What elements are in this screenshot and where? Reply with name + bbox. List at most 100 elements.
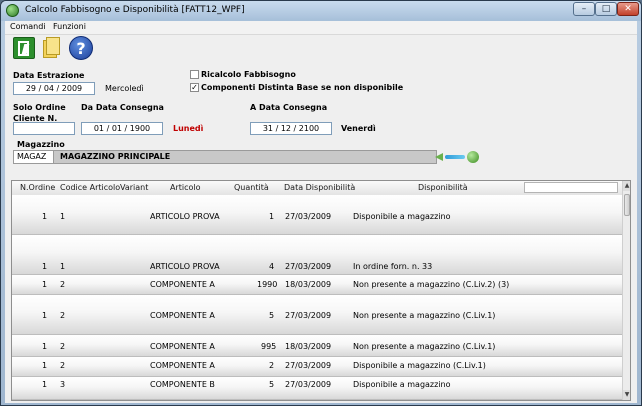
table-row[interactable]: 1 1 ARTICOLO PROVA 4 27/03/2009 In ordin… — [12, 235, 622, 275]
cell-codice: 1 — [60, 262, 66, 271]
close-button[interactable]: ✕ — [617, 2, 639, 16]
cell-codice: 1 — [60, 212, 66, 221]
da-data-year: 1900 — [129, 124, 151, 133]
a-data-weekday: Venerdì — [341, 124, 376, 133]
close-icon: ✕ — [624, 4, 632, 14]
minimize-icon: – — [581, 4, 587, 14]
magazzino-code: MAGAZ — [14, 151, 54, 163]
table-row[interactable]: 1 2 COMPONENTE A 2 27/03/2009 Disponibil… — [12, 357, 622, 377]
client-area: Comandi Funzioni ? Data Estrazione 29 / … — [5, 21, 637, 403]
cell-data: 18/03/2009 — [285, 280, 332, 289]
da-data-weekday: Lunedì — [173, 124, 204, 133]
vertical-scrollbar[interactable]: ▲ ▼ — [622, 181, 630, 400]
table-row[interactable]: 1 2 COMPONENTE A 1990 18/03/2009 Non pre… — [12, 275, 622, 295]
col-data[interactable]: Data Disponibilità — [284, 183, 355, 192]
table-row[interactable]: 1 3 COMPONENTE B 5 27/03/2009 Disponibil… — [12, 377, 622, 400]
menu-bar: Comandi Funzioni — [5, 21, 637, 35]
cell-articolo: ARTICOLO PROVA — [150, 262, 220, 271]
da-data-field[interactable]: 01 / 01 / 1900 — [81, 122, 163, 135]
col-quantita[interactable]: Quantità — [234, 183, 269, 192]
cell-quantita: 1990 — [257, 280, 278, 289]
col-disponibilita[interactable]: Disponibilità — [418, 183, 468, 192]
cell-data: 27/03/2009 — [285, 262, 332, 271]
cell-disponibilita: Disponibile a magazzino (C.Liv.1) — [353, 361, 486, 370]
data-estrazione-day: 29 — [25, 84, 37, 93]
a-data-month: 12 — [280, 124, 291, 133]
exit-icon[interactable] — [13, 37, 35, 59]
col-codice[interactable]: Codice Articolo — [60, 183, 120, 192]
a-data-field[interactable]: 31 / 12 / 2100 — [250, 122, 332, 135]
menu-comandi[interactable]: Comandi — [10, 22, 46, 31]
cell-disponibilita: Non presente a magazzino (C.Liv.1) — [353, 342, 496, 351]
data-estrazione-month: 04 — [43, 84, 54, 93]
cell-ordine: 1 — [42, 311, 48, 320]
data-estrazione-label: Data Estrazione — [13, 71, 85, 80]
data-estrazione-year: 2009 — [61, 84, 83, 93]
cell-quantita: 995 — [261, 342, 277, 351]
componenti-label: Componenti Distinta Base se non disponib… — [201, 83, 404, 92]
magazzino-field[interactable]: MAGAZ MAGAZZINO PRINCIPALE — [13, 150, 437, 164]
cell-ordine: 1 — [42, 380, 48, 389]
magazzino-name: MAGAZZINO PRINCIPALE — [60, 152, 171, 161]
scroll-down-icon[interactable]: ▼ — [623, 390, 630, 400]
cell-data: 27/03/2009 — [285, 361, 332, 370]
cell-articolo: COMPONENTE A — [150, 342, 215, 351]
scroll-thumb[interactable] — [624, 194, 630, 216]
col-variant[interactable]: Variant — [120, 183, 148, 192]
maximize-button[interactable]: □ — [595, 2, 617, 16]
cell-articolo: COMPONENTE A — [150, 311, 215, 320]
magazzino-lookup-icon[interactable] — [435, 151, 489, 163]
cell-disponibilita: Disponibile a magazzino — [353, 212, 451, 221]
cell-codice: 3 — [60, 380, 66, 389]
a-data-year: 2100 — [298, 124, 320, 133]
minimize-button[interactable]: – — [573, 2, 595, 16]
componenti-checkbox[interactable]: ✓ — [190, 83, 199, 92]
cell-disponibilita: Non presente a magazzino (C.Liv.2) (3) — [353, 280, 510, 289]
cell-quantita: 5 — [269, 311, 275, 320]
cell-ordine: 1 — [42, 212, 48, 221]
table-row[interactable]: 1 2 COMPONENTE A 5 27/03/2009 Non presen… — [12, 295, 622, 335]
cell-articolo: ARTICOLO PROVA — [150, 212, 220, 221]
cell-codice: 2 — [60, 361, 66, 370]
table-row[interactable]: 1 1 ARTICOLO PROVA 1 27/03/2009 Disponib… — [12, 195, 622, 235]
grid-header: N.Ordine Codice Articolo Variant Articol… — [12, 181, 622, 196]
data-estrazione-weekday: Mercoledì — [105, 84, 144, 93]
cell-disponibilita: Non presente a magazzino (C.Liv.1) — [353, 311, 496, 320]
cell-quantita: 2 — [269, 361, 275, 370]
cell-codice: 2 — [60, 342, 66, 351]
ricalcolo-checkbox[interactable] — [190, 70, 199, 79]
cell-ordine: 1 — [42, 280, 48, 289]
solo-ordine-label: Solo Ordine — [13, 103, 66, 112]
cell-disponibilita: In ordine forn. n. 33 — [353, 262, 433, 271]
cell-articolo: COMPONENTE A — [150, 280, 215, 289]
maximize-icon: □ — [601, 4, 611, 14]
cell-quantita: 5 — [269, 380, 275, 389]
menu-funzioni[interactable]: Funzioni — [53, 22, 86, 31]
cell-data: 27/03/2009 — [285, 380, 332, 389]
a-data-day: 31 — [262, 124, 274, 133]
help-icon[interactable]: ? — [69, 36, 93, 60]
da-data-label: Da Data Consegna — [81, 103, 164, 112]
column-filter-input[interactable] — [524, 182, 618, 193]
cell-ordine: 1 — [42, 262, 48, 271]
cell-disponibilita: Disponibile a magazzino — [353, 380, 451, 389]
main-window: Calcolo Fabbisogno e Disponibilità [FATT… — [0, 0, 642, 406]
title-bar[interactable]: Calcolo Fabbisogno e Disponibilità [FATT… — [1, 1, 641, 21]
cell-quantita: 4 — [269, 262, 275, 271]
data-estrazione-field[interactable]: 29 / 04 / 2009 — [13, 82, 95, 95]
cell-data: 18/03/2009 — [285, 342, 332, 351]
availability-grid: N.Ordine Codice Articolo Variant Articol… — [11, 180, 631, 401]
magazzino-label: Magazzino — [17, 140, 65, 149]
cliente-field[interactable] — [13, 122, 75, 135]
window-title: Calcolo Fabbisogno e Disponibilità [FATT… — [25, 5, 245, 15]
scroll-up-icon[interactable]: ▲ — [623, 181, 630, 191]
cell-codice: 2 — [60, 280, 66, 289]
table-row[interactable]: 1 2 COMPONENTE A 995 18/03/2009 Non pres… — [12, 335, 622, 357]
col-articolo[interactable]: Articolo — [170, 183, 201, 192]
cell-ordine: 1 — [42, 342, 48, 351]
da-data-day: 01 — [93, 124, 105, 133]
documents-icon[interactable] — [43, 37, 61, 59]
ricalcolo-label: Ricalcolo Fabbisogno — [201, 70, 296, 79]
cell-articolo: COMPONENTE A — [150, 361, 215, 370]
col-ordine[interactable]: N.Ordine — [20, 183, 55, 192]
